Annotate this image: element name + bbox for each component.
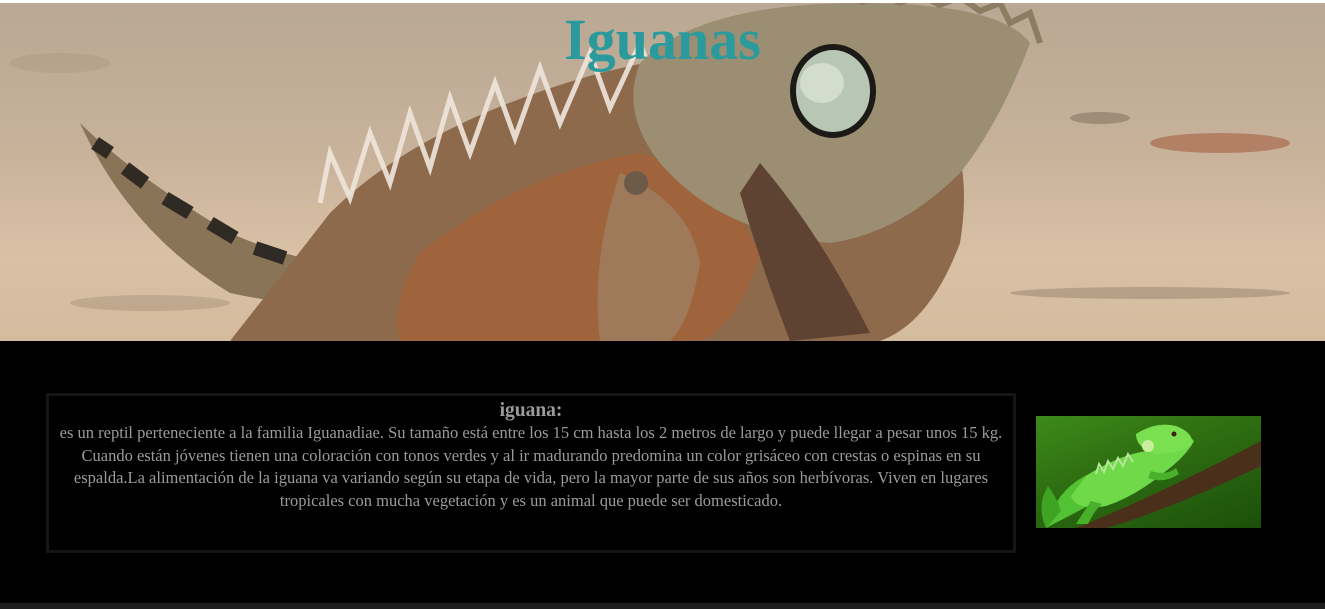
article-box: iguana: es un reptil perteneciente a la … bbox=[46, 393, 1016, 553]
page: Iguanas iguana: es un reptil pertenecien… bbox=[0, 0, 1325, 609]
header-banner: Iguanas bbox=[0, 3, 1325, 341]
green-iguana-thumbnail bbox=[1041, 424, 1261, 528]
green-iguana-image bbox=[1036, 416, 1261, 528]
article-body: es un reptil perteneciente a la familia … bbox=[59, 423, 1003, 510]
article-heading: iguana: bbox=[499, 400, 563, 421]
footer-bar bbox=[0, 603, 1325, 609]
page-title: Iguanas bbox=[564, 7, 761, 72]
